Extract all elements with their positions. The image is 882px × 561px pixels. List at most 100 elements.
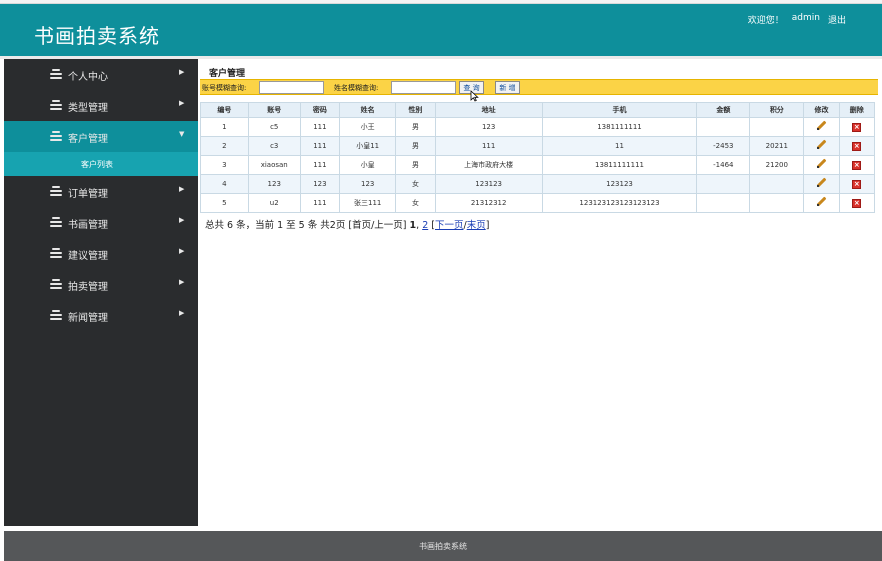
- sidebar-subitem-customer-list[interactable]: 客户列表: [4, 152, 198, 176]
- cell-gender: 男: [395, 136, 436, 156]
- sidebar-item-order-management[interactable]: 订单管理 ▶: [4, 176, 198, 207]
- menu-icon: [50, 186, 62, 196]
- first-prev-disabled: [首页/上一页]: [348, 220, 407, 231]
- sidebar-item-label: 类型管理: [68, 103, 108, 114]
- table-row: 2 c3 111 小皇11 男 111 11 -2453 20211 ×: [200, 136, 876, 156]
- column-header: 姓名: [339, 102, 397, 118]
- column-header: 编号: [200, 102, 249, 118]
- logout-link[interactable]: 退出: [828, 13, 846, 26]
- name-search-label: 姓名模糊查询:: [334, 84, 379, 92]
- edit-pencil-icon[interactable]: [816, 140, 826, 150]
- menu-icon: [50, 69, 62, 79]
- sidebar-item-label: 拍卖管理: [68, 282, 108, 293]
- sidebar-item-customer-management[interactable]: 客户管理 ▼: [4, 121, 198, 152]
- cell-name: 小皇11: [339, 136, 397, 156]
- sidebar-item-auction-management[interactable]: 拍卖管理 ▶: [4, 269, 198, 300]
- delete-icon[interactable]: ×: [852, 160, 862, 170]
- edit-pencil-icon[interactable]: [816, 178, 826, 188]
- column-header: 地址: [434, 102, 543, 118]
- brand-title: 书画拍卖系统: [34, 24, 160, 48]
- cell-password: 111: [299, 117, 341, 137]
- cell-id: 5: [200, 193, 249, 213]
- header: 书画拍卖系统 欢迎您！ admin 退出: [0, 4, 882, 56]
- cell-phone: 13811111111: [541, 155, 698, 175]
- sidebar-item-label: 客户管理: [68, 134, 108, 145]
- cell-id: 1: [200, 117, 249, 137]
- footer-text: 书画拍卖系统: [419, 541, 467, 551]
- column-header: 账号: [247, 102, 301, 118]
- page-title: 客户管理: [209, 69, 246, 79]
- sidebar-item-label: 建议管理: [68, 251, 108, 262]
- sidebar-item-label: 书画管理: [68, 220, 108, 231]
- cell-address: 123: [434, 117, 543, 137]
- column-header: 删除: [838, 102, 876, 118]
- cell-address: 123123: [434, 174, 543, 194]
- cell-address: 上海市政府大楼: [434, 155, 543, 175]
- account-search-input[interactable]: [259, 81, 324, 94]
- cell-phone: 11: [541, 136, 698, 156]
- name-search-input[interactable]: [391, 81, 456, 94]
- menu-icon: [50, 248, 62, 258]
- cell-points: 21200: [749, 155, 805, 175]
- cell-gender: 男: [395, 117, 436, 137]
- sidebar-item-suggestion-management[interactable]: 建议管理 ▶: [4, 238, 198, 269]
- delete-icon[interactable]: ×: [852, 179, 862, 189]
- table-row: 4 123 123 123 女 123123 123123 ×: [200, 174, 876, 194]
- cell-phone: 1381111111: [541, 117, 698, 137]
- edit-pencil-icon[interactable]: [816, 121, 826, 131]
- cell-gender: 男: [395, 155, 436, 175]
- page-2-link[interactable]: 2: [422, 220, 428, 231]
- cell-id: 4: [200, 174, 249, 194]
- search-bar: 账号模糊查询: 姓名模糊查询: 查 询 新 增: [200, 79, 878, 102]
- delete-icon[interactable]: ×: [852, 198, 862, 208]
- cell-gender: 女: [395, 193, 436, 213]
- edit-pencil-icon[interactable]: [816, 197, 826, 207]
- account-search-label: 账号模糊查询:: [202, 84, 247, 92]
- main-content: 客户管理 账号模糊查询: 姓名模糊查询: 查 询 新 增 编号 账号 密码 姓名…: [200, 59, 882, 529]
- delete-icon[interactable]: ×: [852, 141, 862, 151]
- chevron-down-icon: ▼: [179, 130, 185, 138]
- delete-icon[interactable]: ×: [852, 122, 862, 132]
- sidebar-item-news-management[interactable]: 新闻管理 ▶: [4, 300, 198, 331]
- delete-cell: ×: [838, 117, 876, 137]
- delete-cell: ×: [838, 136, 876, 156]
- pagination: 总共 6 条，当前 1 至 5 条 共2页 [首页/上一页] 1, 2 [下一页…: [205, 217, 489, 231]
- username-link[interactable]: admin: [792, 13, 820, 26]
- cell-account: c3: [247, 136, 301, 156]
- menu-icon: [50, 100, 62, 110]
- cell-address: 21312312: [434, 193, 543, 213]
- user-bar: 欢迎您！ admin 退出: [748, 13, 846, 26]
- cell-amount: [696, 193, 751, 213]
- sidebar-item-personal-center[interactable]: 个人中心 ▶: [4, 59, 198, 90]
- cell-id: 3: [200, 155, 249, 175]
- cell-name: 小皇: [339, 155, 397, 175]
- column-header: 性别: [395, 102, 436, 118]
- cell-phone: 123123123123123123: [541, 193, 698, 213]
- table-header-row: 编号 账号 密码 姓名 性别 地址 手机 金额 积分 修改 删除: [200, 102, 876, 118]
- delete-cell: ×: [838, 174, 876, 194]
- menu-icon: [50, 279, 62, 289]
- next-page-link[interactable]: 下一页: [435, 220, 464, 231]
- cell-account: c5: [247, 117, 301, 137]
- customer-table: 编号 账号 密码 姓名 性别 地址 手机 金额 积分 修改 删除 1 c5 11…: [200, 102, 876, 213]
- footer: 书画拍卖系统: [4, 531, 882, 561]
- cell-points: [749, 117, 805, 137]
- cell-password: 123: [299, 174, 341, 194]
- sidebar-item-painting-management[interactable]: 书画管理 ▶: [4, 207, 198, 238]
- cell-phone: 123123: [541, 174, 698, 194]
- column-header: 积分: [749, 102, 805, 118]
- add-button[interactable]: 新 增: [495, 81, 520, 94]
- bracket-close: ]: [485, 220, 490, 231]
- last-page-link[interactable]: 末页: [467, 220, 486, 231]
- column-header: 金额: [696, 102, 751, 118]
- cell-password: 111: [299, 136, 341, 156]
- cell-points: 20211: [749, 136, 805, 156]
- app-window: 书画拍卖系统 欢迎您！ admin 退出 个人中心 ▶ 类型管理 ▶ 客户管理 …: [0, 0, 882, 561]
- sidebar-item-type-management[interactable]: 类型管理 ▶: [4, 90, 198, 121]
- chevron-right-icon: ▶: [179, 99, 185, 107]
- cell-amount: [696, 117, 751, 137]
- edit-pencil-icon[interactable]: [816, 159, 826, 169]
- cell-amount: -2453: [696, 136, 751, 156]
- cell-amount: [696, 174, 751, 194]
- sidebar-item-label: 个人中心: [68, 72, 108, 83]
